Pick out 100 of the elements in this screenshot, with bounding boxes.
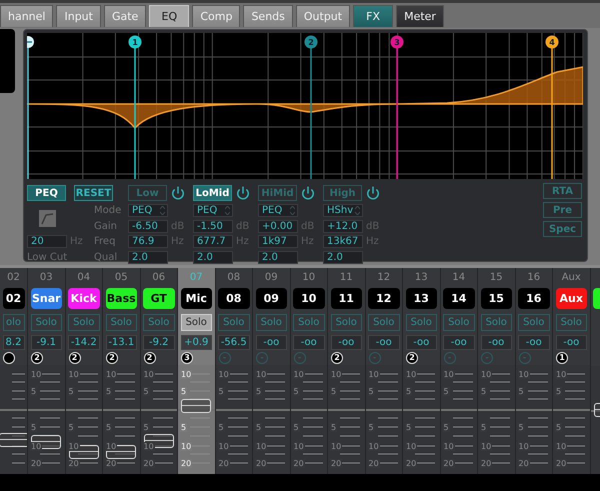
low-cut-field[interactable]: 20 (27, 235, 67, 248)
scale-label: 20 (405, 459, 418, 468)
scale-label: 20 (442, 459, 455, 468)
group-badge: 1 (556, 352, 568, 364)
solo-button[interactable]: Solo (180, 314, 212, 331)
fader-cap[interactable] (106, 445, 136, 460)
q-field[interactable]: 2.0 (258, 250, 298, 264)
scale-label: 20 (30, 459, 42, 468)
freq-field[interactable]: 13k67 (323, 235, 363, 248)
channel-number: 09 (264, 271, 278, 285)
high-pass-filter-icon[interactable] (38, 210, 56, 227)
scale-label: 10 (518, 442, 530, 451)
scale-label: 10 (368, 442, 380, 451)
channel-label[interactable]: 02 (2, 288, 24, 309)
freq-field[interactable]: 76.9 (128, 235, 168, 248)
power-icon[interactable] (301, 186, 315, 200)
group-badge: 2 (68, 352, 80, 364)
scale-label: 5 (368, 423, 375, 432)
scale-label: 10 (30, 442, 42, 451)
scale-label: 5 (30, 423, 38, 432)
channel-label[interactable]: 12 (368, 288, 400, 309)
channel-number: 11 (340, 271, 353, 285)
channel-number: 15 (490, 271, 503, 285)
scale-label: 5 (218, 423, 225, 432)
channel-label[interactable]: 14 (443, 288, 474, 309)
band-handle[interactable] (304, 36, 318, 48)
scale-label: 20 (105, 459, 118, 468)
tab[interactable]: Meter (396, 5, 444, 27)
level-readout: 8.2 (2, 335, 24, 350)
mode-select[interactable]: PEQ (193, 204, 233, 218)
channel-label[interactable]: 10 (293, 288, 324, 309)
channel-label[interactable]: GT (143, 288, 174, 309)
scale-label: 10 (555, 442, 568, 451)
q-field[interactable]: 2.0 (323, 250, 363, 264)
channel-label[interactable]: Bass (106, 288, 137, 309)
freq-field[interactable]: 1k97 (258, 235, 298, 248)
group-badge: 2 (331, 352, 343, 364)
gain-field[interactable]: -6.50 (128, 220, 168, 233)
scale-label: 5 (105, 387, 112, 396)
fader-cap[interactable] (144, 434, 174, 448)
scale-label: 10 (68, 442, 80, 451)
channel-number: 13 (414, 271, 428, 285)
q-field[interactable]: 2.0 (128, 250, 168, 264)
gain-field[interactable]: +12.0 (323, 220, 363, 233)
group-badge: 2 (31, 352, 43, 364)
group-badge: - (256, 352, 268, 364)
side-panel (0, 29, 15, 93)
peq-button[interactable]: PEQ (27, 185, 66, 201)
scale-label: 10 (105, 442, 118, 451)
group-badge: 2 (406, 352, 418, 364)
mode-select[interactable]: HShv (323, 204, 363, 218)
band-handle[interactable] (128, 36, 142, 48)
group-badge: 2 (144, 352, 156, 364)
level-readout: -oo (443, 335, 474, 350)
scale-label: 5 (555, 423, 562, 432)
mode-select[interactable]: PEQ (258, 204, 298, 218)
power-icon[interactable] (171, 186, 185, 200)
low-cut-handle-icon[interactable] (27, 36, 34, 48)
scale-label: 5 (180, 387, 188, 396)
channel-label[interactable]: 15 (480, 288, 512, 309)
scale-label: 10 (180, 370, 192, 379)
channel-label[interactable]: 09 (256, 288, 287, 309)
power-icon[interactable] (236, 186, 250, 200)
band-handle[interactable] (390, 36, 404, 48)
power-icon[interactable] (366, 186, 380, 200)
group-badge: - (294, 352, 306, 364)
tab[interactable]: EQ (149, 5, 190, 27)
reset-button[interactable]: RESET (74, 185, 113, 201)
fader-cap[interactable] (68, 445, 99, 460)
tab[interactable]: FX (353, 5, 394, 27)
gain-field[interactable]: -1.50 (193, 220, 233, 233)
band-handle[interactable] (546, 36, 558, 48)
channel-label[interactable]: 08 (218, 288, 250, 309)
scale-label: 10 (255, 370, 268, 379)
fader-cap[interactable] (0, 433, 27, 448)
freq-field[interactable]: 677.7 (193, 235, 233, 248)
q-field[interactable]: 2.0 (193, 250, 233, 264)
level-readout: -13.1 (106, 335, 137, 350)
scale-label: 10 (480, 442, 492, 451)
fader-cap[interactable] (181, 399, 212, 414)
channel-label[interactable]: 11 (330, 288, 362, 309)
fader-cap[interactable] (31, 435, 62, 450)
scale-label: 10 (218, 370, 230, 379)
channel-label[interactable]: Aux (556, 288, 587, 309)
solo-button[interactable]: olo (2, 314, 24, 331)
scale-label: 10 (518, 370, 530, 379)
scale-label: 10 (180, 442, 192, 451)
channel-label[interactable]: 16 (518, 288, 550, 309)
channel-label[interactable]: Kick (68, 288, 100, 309)
scale-label: 10 (218, 442, 230, 451)
scale-label: 5 (68, 423, 75, 432)
channel-label[interactable]: 13 (406, 288, 437, 309)
gain-field[interactable]: +0.00 (258, 220, 298, 233)
scale-label: 5 (142, 423, 150, 432)
scale-label: 10 (405, 370, 418, 379)
channel-label[interactable]: Snar (30, 288, 62, 309)
mode-select[interactable]: PEQ (128, 204, 168, 218)
channel-label[interactable]: Mic (180, 288, 212, 309)
scale-label: 10 (30, 370, 42, 379)
band-button[interactable]: LoMid (193, 185, 232, 201)
